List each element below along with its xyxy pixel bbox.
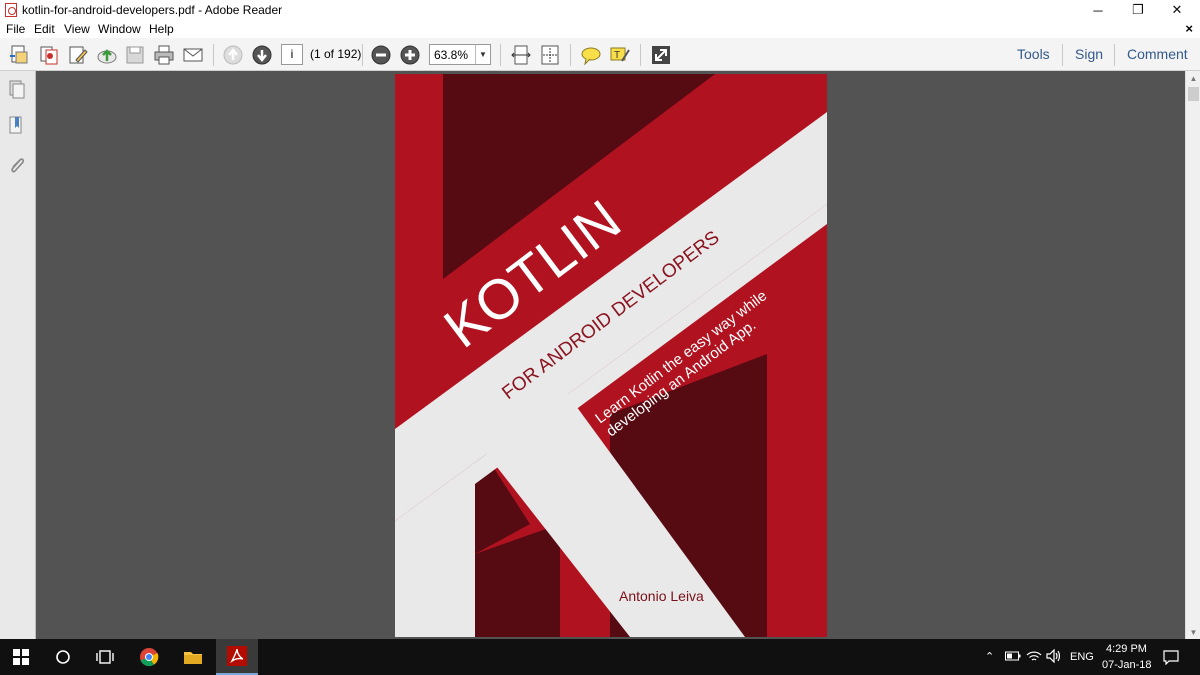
cover-author: Antonio Leiva xyxy=(619,588,704,604)
scrollbar-thumb[interactable] xyxy=(1188,87,1199,101)
zoom-select[interactable]: 63.8% ▼ xyxy=(429,44,491,65)
upload-cloud-icon[interactable] xyxy=(96,44,118,66)
toolbar-separator xyxy=(213,44,214,66)
attachments-icon[interactable] xyxy=(7,155,27,175)
toolbar-separator xyxy=(640,44,641,66)
task-view-icon[interactable] xyxy=(84,639,126,675)
next-page-icon[interactable] xyxy=(251,44,273,66)
notifications-icon[interactable] xyxy=(1163,649,1179,668)
page-thumbnails-icon[interactable] xyxy=(7,80,27,100)
menu-bar: File Edit View Window Help × xyxy=(0,20,1200,38)
create-pdf-icon[interactable] xyxy=(8,44,30,66)
adobe-reader-taskbar-icon[interactable] xyxy=(216,639,258,675)
full-screen-icon[interactable] xyxy=(650,44,672,66)
print-icon[interactable] xyxy=(153,44,175,66)
windows-start-icon[interactable] xyxy=(0,639,42,675)
fit-width-icon[interactable] xyxy=(510,44,532,66)
toolbar-separator xyxy=(500,44,501,66)
page-count: (1 of 192) xyxy=(310,47,362,61)
scroll-down-icon[interactable]: ▼ xyxy=(1186,625,1200,639)
vertical-scrollbar[interactable]: ▲ ▼ xyxy=(1185,71,1200,639)
sticky-note-icon[interactable] xyxy=(580,44,602,66)
search-icon[interactable] xyxy=(42,639,84,675)
menu-view[interactable]: View xyxy=(64,22,90,36)
combine-files-icon[interactable] xyxy=(38,44,60,66)
previous-page-icon[interactable] xyxy=(222,44,244,66)
navigation-pane xyxy=(0,71,36,639)
close-window-button[interactable]: ✕ xyxy=(1154,0,1200,20)
sign-link[interactable]: Sign xyxy=(1075,46,1103,62)
edit-pdf-icon[interactable] xyxy=(67,44,89,66)
title-bar: kotlin-for-android-developers.pdf - Adob… xyxy=(0,0,1200,20)
window-title: kotlin-for-android-developers.pdf - Adob… xyxy=(22,3,283,17)
chrome-icon[interactable] xyxy=(128,639,170,675)
menu-help[interactable]: Help xyxy=(149,22,174,36)
page-number-input[interactable]: i xyxy=(281,44,303,65)
save-icon[interactable] xyxy=(124,44,146,66)
zoom-out-icon[interactable] xyxy=(370,44,392,66)
toolbar-separator xyxy=(1062,44,1063,66)
close-document-button[interactable]: × xyxy=(1185,21,1193,36)
bookmarks-icon[interactable] xyxy=(7,116,27,136)
toolbar-separator xyxy=(1114,44,1115,66)
chevron-down-icon[interactable]: ▼ xyxy=(475,45,490,64)
clock-date[interactable]: 07-Jan-18 xyxy=(1102,659,1152,671)
svg-text:T: T xyxy=(614,50,620,61)
toolbar-separator xyxy=(362,44,363,66)
battery-icon[interactable] xyxy=(1005,651,1021,664)
input-language[interactable]: ENG xyxy=(1070,651,1094,663)
scroll-up-icon[interactable]: ▲ xyxy=(1186,71,1200,85)
menu-file[interactable]: File xyxy=(6,22,25,36)
zoom-value: 63.8% xyxy=(434,48,469,62)
fit-page-icon[interactable] xyxy=(539,44,561,66)
chevron-up-icon[interactable]: ⌃ xyxy=(985,650,994,663)
toolbar: i (1 of 192) 63.8% ▼ T Tools Sign Commen… xyxy=(0,38,1200,71)
highlight-text-icon[interactable]: T xyxy=(609,44,631,66)
tools-link[interactable]: Tools xyxy=(1017,46,1050,62)
file-explorer-icon[interactable] xyxy=(172,639,214,675)
email-icon[interactable] xyxy=(182,44,204,66)
wifi-icon[interactable] xyxy=(1026,649,1042,666)
menu-window[interactable]: Window xyxy=(98,22,141,36)
book-cover-page: KOTLIN FOR ANDROID DEVELOPERS Learn Kotl… xyxy=(395,74,827,637)
menu-edit[interactable]: Edit xyxy=(34,22,55,36)
pdf-app-icon xyxy=(5,3,17,17)
windows-taskbar: ⌃ ENG xyxy=(0,639,1200,675)
toolbar-separator xyxy=(570,44,571,66)
volume-icon[interactable] xyxy=(1046,648,1062,666)
zoom-in-icon[interactable] xyxy=(399,44,421,66)
comment-link[interactable]: Comment xyxy=(1127,46,1188,62)
clock-time[interactable]: 4:29 PM xyxy=(1106,643,1147,655)
